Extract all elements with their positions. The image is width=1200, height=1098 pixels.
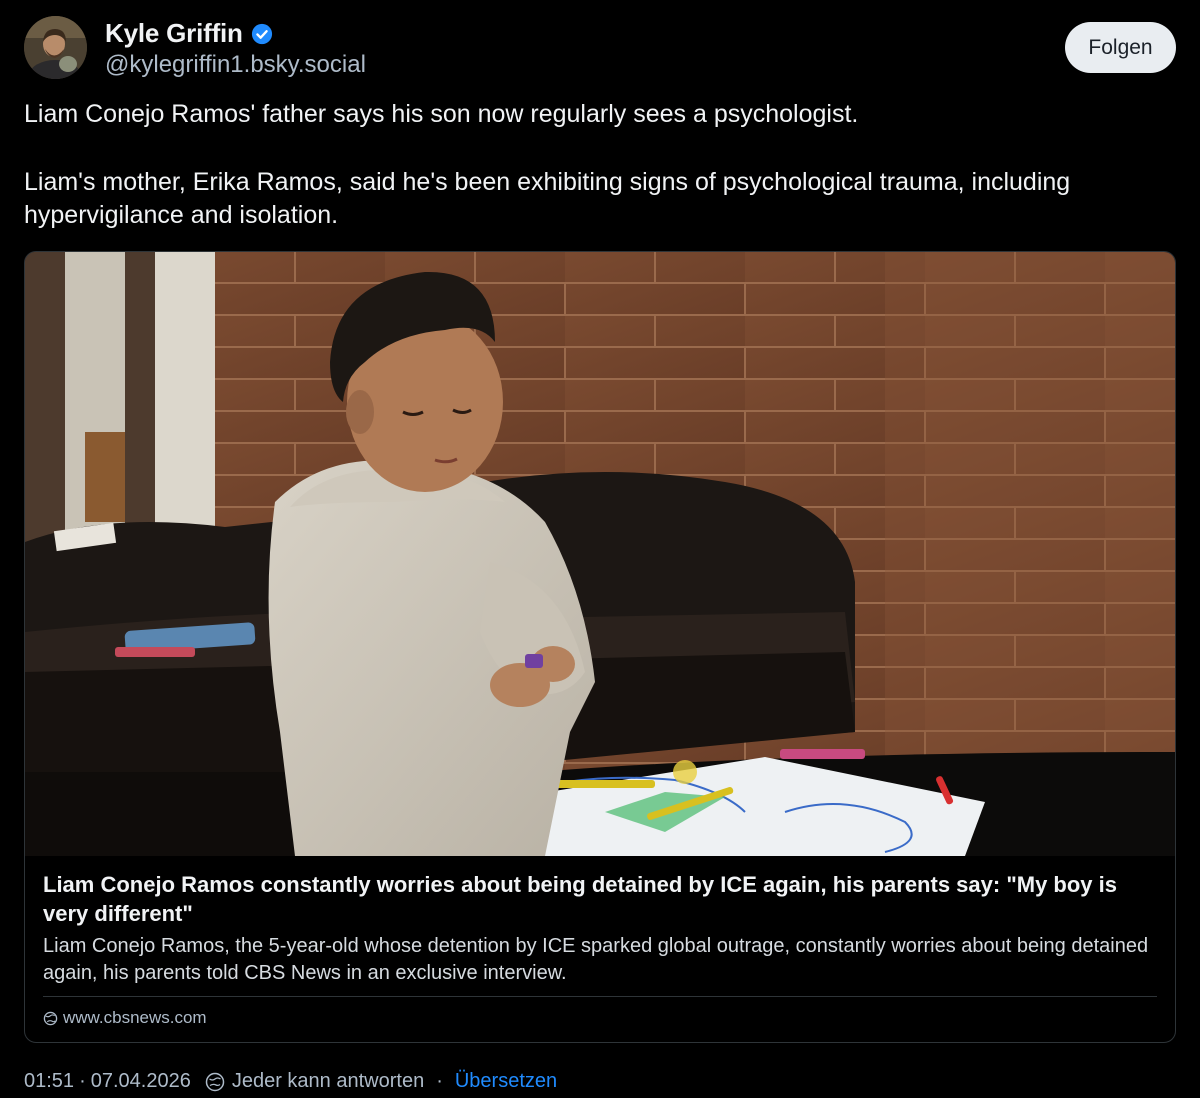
- link-card-thumbnail: [25, 252, 1175, 856]
- footer-separator: ·: [436, 1070, 443, 1092]
- reply-settings-icon[interactable]: [205, 1072, 225, 1092]
- link-card-divider: [43, 996, 1157, 997]
- avatar[interactable]: [24, 16, 87, 79]
- post-date: 07.04.2026: [90, 1070, 191, 1092]
- footer-separator: ·: [79, 1070, 86, 1092]
- author-display-name[interactable]: Kyle Griffin: [105, 18, 243, 49]
- link-card[interactable]: Liam Conejo Ramos constantly worries abo…: [24, 251, 1176, 1043]
- author-name-row: Kyle Griffin: [105, 18, 273, 49]
- thumbnail-image: [25, 252, 1175, 856]
- link-card-domain: www.cbsnews.com: [43, 1008, 207, 1028]
- post-footer: 01:51 · 07.04.2026 Jeder kann antworten …: [24, 1070, 557, 1093]
- post-paragraph: Liam's mother, Erika Ramos, said he's be…: [24, 168, 1071, 229]
- author-handle[interactable]: @kylegriffin1.bsky.social: [105, 51, 366, 79]
- reply-setting[interactable]: Jeder kann antworten: [232, 1070, 424, 1093]
- translate-link[interactable]: Übersetzen: [455, 1070, 557, 1093]
- link-card-description: Liam Conejo Ramos, the 5-year-old whose …: [43, 935, 1149, 984]
- post: Kyle Griffin @kylegriffin1.bsky.social F…: [0, 0, 1200, 1098]
- verified-badge-icon[interactable]: [251, 23, 273, 45]
- avatar-image: [24, 16, 87, 79]
- follow-button[interactable]: Folgen: [1065, 22, 1176, 73]
- post-time: 01:51: [24, 1070, 75, 1092]
- post-paragraph: Liam Conejo Ramos' father says his son n…: [24, 100, 859, 128]
- post-text: Liam Conejo Ramos' father says his son n…: [24, 98, 1174, 232]
- globe-icon: [43, 1011, 58, 1025]
- link-card-domain-text: www.cbsnews.com: [63, 1008, 207, 1027]
- link-card-title: Liam Conejo Ramos constantly worries abo…: [43, 872, 1117, 926]
